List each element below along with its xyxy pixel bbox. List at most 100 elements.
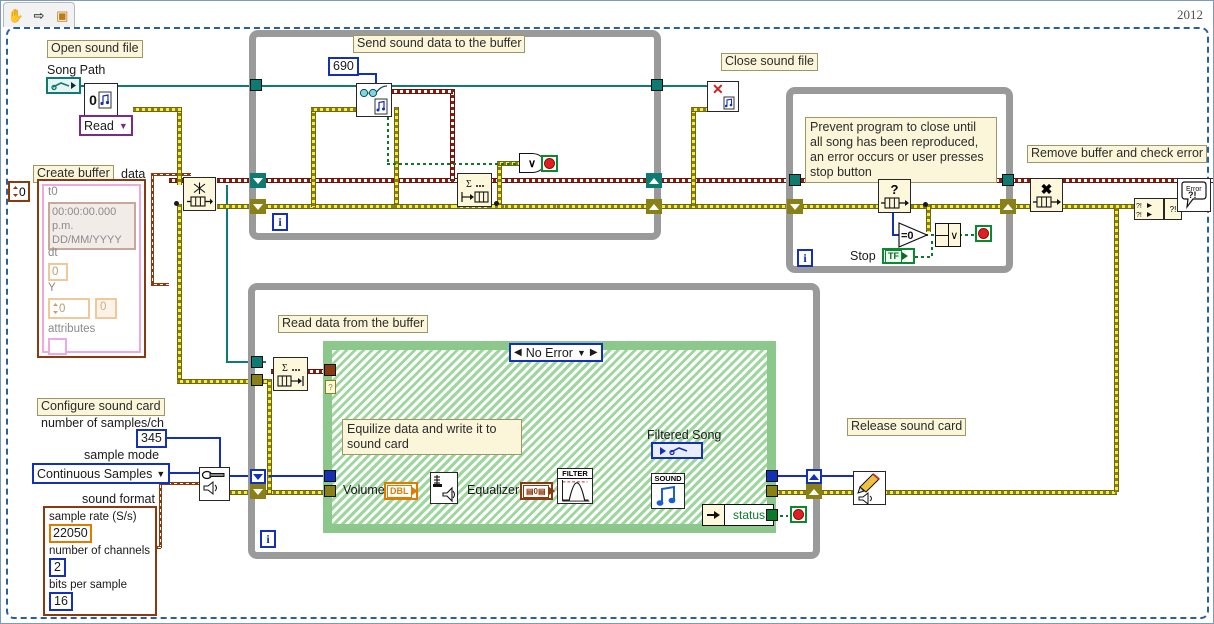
wire-dd-openfile-horiz — [133, 107, 181, 112]
sample-mode-value: Continuous Samples — [37, 466, 153, 481]
cluster-attributes-value[interactable] — [48, 338, 67, 355]
wire-num-345 — [165, 437, 221, 439]
constant-samples-per-ch[interactable]: 345 — [136, 429, 167, 448]
tunnel-arrow-icon — [649, 203, 659, 210]
connector-pane-icon[interactable]: ▣ — [53, 6, 72, 25]
node-configure-sound-card[interactable] — [199, 467, 230, 501]
hand-tool-icon[interactable]: ✋ — [6, 6, 25, 25]
release-sound-icon — [856, 472, 880, 504]
stop-terminal-prevent-loop — [975, 225, 992, 242]
node-volume-scale[interactable] — [430, 472, 458, 504]
tunnel-top-refnum-send-in — [250, 79, 262, 91]
node-enqueue-element[interactable]: Σ — [457, 173, 492, 207]
control-song-path[interactable] — [46, 77, 81, 94]
node-release-queue[interactable]: ✖ — [1030, 178, 1063, 212]
chevron-down-icon[interactable]: ▼ — [119, 121, 128, 131]
label-remove-buffer: Remove buffer and check error — [1027, 145, 1208, 163]
cluster-t0-label: t0 — [48, 186, 58, 198]
control-data-cluster[interactable]: t0 00:00:00.000 p.m. DD/MM/YYYY dt 0 Y 0… — [37, 179, 146, 358]
terminal-arrow-icon — [902, 252, 908, 260]
arrow-right-icon[interactable]: ⇨ — [29, 6, 48, 25]
question-glyph: ? — [890, 181, 899, 197]
node-release-sound-card[interactable] — [853, 471, 886, 505]
wire-dd-left-down — [177, 204, 182, 379]
tunnel-read-right-numeric — [806, 469, 822, 484]
value-sample-rate[interactable]: 22050 — [49, 524, 92, 543]
indicator-status[interactable]: status — [702, 504, 774, 526]
node-close-sound-file[interactable]: ✕ — [707, 81, 739, 112]
y-index-value: 0 — [59, 302, 66, 315]
svg-text:?!: ?! — [1136, 203, 1142, 210]
stop-terminal-send-loop — [541, 155, 558, 172]
node-equal-zero: =0 — [898, 222, 929, 248]
wire-dd-release-out — [887, 490, 1117, 495]
status-led-indicator — [790, 506, 807, 523]
control-buffer-size[interactable]: 0 — [8, 181, 30, 202]
sound-file-icon — [98, 91, 112, 108]
node-merge-errors[interactable]: ?! ?! — [1134, 198, 1164, 220]
label-volume: Volume — [343, 483, 385, 497]
tunnel-case-status-out — [766, 509, 778, 521]
label-filtered-song: Filtered Song — [647, 428, 722, 442]
tunnel-prevent-right-error — [1002, 174, 1014, 186]
control-stop-button[interactable]: TF — [882, 248, 915, 264]
node-read-sound-file[interactable] — [356, 83, 392, 117]
cluster-y-element[interactable]: 0 — [95, 298, 117, 319]
control-sound-format-cluster[interactable]: sample rate (S/s) 22050 number of channe… — [43, 506, 157, 616]
chevron-down-icon[interactable]: ▼ — [577, 345, 586, 361]
cluster-dt-value[interactable]: 0 — [48, 263, 68, 281]
svg-text:=0: =0 — [901, 230, 914, 242]
wire-cluster-buffer-bottom — [151, 283, 169, 286]
cluster-y-array[interactable]: 0 — [48, 298, 90, 319]
stepper-icon — [53, 303, 58, 314]
wire-soundformat-v — [159, 482, 162, 548]
chevron-down-icon[interactable]: ▼ — [156, 466, 165, 482]
unbundle-arrow-icon — [706, 511, 720, 519]
node-simple-error-handler[interactable]: Error ?! — [1177, 178, 1211, 212]
tunnel-send-loop-right-data — [646, 199, 662, 214]
tunnel-case-error-in — [324, 364, 336, 376]
control-sample-mode[interactable]: Continuous Samples ▼ — [32, 463, 171, 484]
tunnel-arrow-icon — [253, 488, 263, 495]
value-bits-per-sample[interactable]: 16 — [49, 592, 73, 611]
tunnel-send-loop-left-data — [250, 199, 266, 214]
node-get-queue-status[interactable]: ? — [878, 179, 911, 213]
case-prev-arrow-icon[interactable]: ◀ — [514, 345, 522, 361]
merge-errors-icon: ?! ?! — [1136, 203, 1152, 218]
node-dequeue-element[interactable]: Σ — [273, 357, 308, 391]
queue-icon — [1032, 195, 1061, 208]
comment-equilize: Equilize data and write it to sound card — [342, 419, 522, 455]
svg-text:?!: ?! — [1136, 212, 1142, 218]
toolbar[interactable]: ✋ ⇨ ▣ — [3, 2, 75, 27]
case-selector-no-error[interactable]: ◀ No Error ▼ ▶ — [509, 343, 603, 362]
node-filter[interactable]: FILTER — [557, 468, 593, 504]
tunnel-prevent-left-data — [787, 199, 803, 214]
label-close-sound-file: Close sound file — [721, 53, 818, 71]
control-volume[interactable]: DBL — [384, 482, 418, 500]
svg-text:Σ: Σ — [466, 179, 472, 189]
constant-690[interactable]: 690 — [328, 57, 359, 76]
num-channels-label: number of channels — [49, 545, 151, 557]
node-open-sound-file[interactable]: 0 — [84, 83, 118, 116]
dequeue-top-icon: Σ — [282, 363, 300, 373]
cluster-dt-label: dt — [48, 247, 58, 259]
value-num-channels[interactable]: 2 — [49, 558, 66, 577]
control-read-mode[interactable]: Read ▼ — [79, 115, 133, 136]
t0-time: 00:00:00.000 p.m. — [52, 206, 117, 232]
tunnel-read-left-data — [251, 374, 263, 386]
read-mode-label: Read — [84, 118, 114, 133]
control-equalizer[interactable]: ▤0▤ — [520, 482, 555, 500]
label-number-samples-ch: number of samples/ch — [41, 416, 164, 430]
node-create-buffer[interactable] — [183, 177, 216, 211]
node-sound-write[interactable]: SOUND — [651, 473, 685, 509]
indicator-filtered-song[interactable] — [651, 442, 703, 459]
tunnel-read-left-refnum — [251, 356, 263, 368]
wire-junction-1 — [174, 201, 179, 206]
equalizer-cluster-chip: ▤0▤ — [523, 484, 549, 498]
or-symbol: ∨ — [950, 229, 959, 242]
tunnel-arrow-icon — [253, 473, 263, 480]
case-next-arrow-icon[interactable]: ▶ — [590, 345, 598, 361]
tunnel-arrow-icon — [253, 203, 263, 210]
label-sound-format: sound format — [82, 492, 155, 506]
wire-refnum-left-vert — [226, 185, 228, 361]
